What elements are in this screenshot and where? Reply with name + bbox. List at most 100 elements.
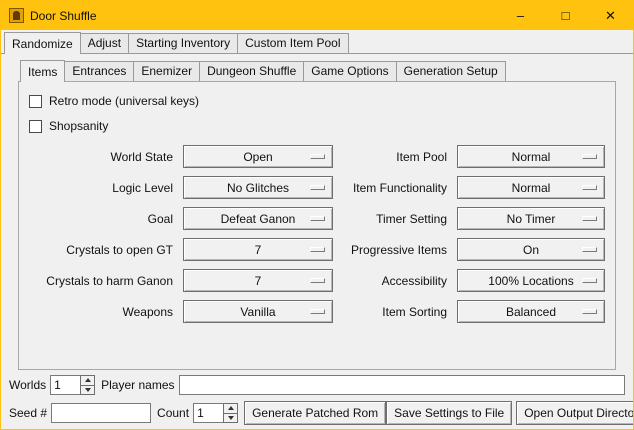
goal-dropdown[interactable]: Defeat Ganon: [183, 207, 333, 230]
window-title: Door Shuffle: [30, 9, 97, 23]
app-icon: [9, 8, 24, 23]
count-spin-arrows: [223, 403, 238, 423]
count-label: Count: [157, 406, 189, 420]
tab-starting-inventory[interactable]: Starting Inventory: [128, 33, 238, 53]
dropdown-indicator-icon: [310, 154, 325, 159]
open-output-directory-button[interactable]: Open Output Directory: [516, 401, 634, 425]
dropdown-indicator-icon: [582, 309, 597, 314]
tab-generation-setup[interactable]: Generation Setup: [396, 61, 506, 81]
tab-entrances[interactable]: Entrances: [64, 61, 134, 81]
checkbox-shopsanity[interactable]: Shopsanity: [29, 115, 607, 137]
crystals-harm-ganon-dropdown[interactable]: 7: [183, 269, 333, 292]
minimize-button[interactable]: –: [498, 1, 543, 30]
dropdown-indicator-icon: [310, 216, 325, 221]
dropdown-value: Balanced: [506, 305, 556, 319]
tab-enemizer[interactable]: Enemizer: [133, 61, 200, 81]
crystals-open-gt-label: Crystals to open GT: [27, 243, 177, 257]
spin-down-icon: [85, 388, 91, 392]
logic-level-label: Logic Level: [27, 181, 177, 195]
crystals-harm-ganon-label: Crystals to harm Ganon: [27, 274, 177, 288]
window: Door Shuffle – □ ✕ Randomize Adjust Star…: [0, 0, 634, 430]
item-functionality-label: Item Functionality: [339, 181, 451, 195]
player-names-input[interactable]: [179, 375, 626, 395]
dropdown-value: Defeat Ganon: [221, 212, 296, 226]
tab-game-options[interactable]: Game Options: [303, 61, 396, 81]
logic-level-dropdown[interactable]: No Glitches: [183, 176, 333, 199]
tab-items[interactable]: Items: [20, 60, 65, 82]
dropdown-indicator-icon: [582, 154, 597, 159]
checkbox-icon[interactable]: [29, 120, 42, 133]
dropdown-indicator-icon: [582, 185, 597, 190]
item-sorting-dropdown[interactable]: Balanced: [457, 300, 605, 323]
maximize-icon: □: [562, 8, 570, 23]
save-settings-button[interactable]: Save Settings to File: [386, 401, 512, 425]
dropdown-value: Open: [243, 150, 272, 164]
player-names-label: Player names: [101, 378, 174, 392]
item-functionality-dropdown[interactable]: Normal: [457, 176, 605, 199]
dropdown-value: 7: [255, 274, 262, 288]
dropdown-indicator-icon: [310, 309, 325, 314]
dropdown-indicator-icon: [310, 247, 325, 252]
items-tab-panel: Retro mode (universal keys) Shopsanity W…: [18, 81, 616, 370]
checkbox-label: Shopsanity: [49, 119, 108, 133]
worlds-input[interactable]: [50, 375, 80, 395]
progressive-items-label: Progressive Items: [339, 243, 451, 257]
spin-down-icon: [228, 416, 234, 420]
accessibility-dropdown[interactable]: 100% Locations: [457, 269, 605, 292]
close-button[interactable]: ✕: [588, 1, 633, 30]
tab-adjust[interactable]: Adjust: [80, 33, 129, 53]
seed-label: Seed #: [9, 406, 47, 420]
weapons-label: Weapons: [27, 305, 177, 319]
randomize-tab-panel: Items Entrances Enemizer Dungeon Shuffle…: [1, 53, 633, 370]
item-pool-label: Item Pool: [339, 150, 451, 164]
dropdown-indicator-icon: [582, 247, 597, 252]
dropdown-value: Normal: [512, 181, 551, 195]
maximize-button[interactable]: □: [543, 1, 588, 30]
spin-down-button[interactable]: [223, 414, 238, 424]
item-pool-dropdown[interactable]: Normal: [457, 145, 605, 168]
tab-dungeon-shuffle[interactable]: Dungeon Shuffle: [199, 61, 304, 81]
tab-custom-item-pool[interactable]: Custom Item Pool: [237, 33, 348, 53]
dropdown-indicator-icon: [582, 216, 597, 221]
timer-setting-dropdown[interactable]: No Timer: [457, 207, 605, 230]
dropdown-value: On: [523, 243, 539, 257]
checkbox-label: Retro mode (universal keys): [49, 94, 199, 108]
worlds-spin-arrows: [80, 375, 95, 395]
spin-up-button[interactable]: [223, 403, 238, 414]
accessibility-label: Accessibility: [339, 274, 451, 288]
weapons-dropdown[interactable]: Vanilla: [183, 300, 333, 323]
tab-randomize[interactable]: Randomize: [4, 32, 81, 54]
dropdown-value: 7: [255, 243, 262, 257]
settings-form: World State Open Item Pool Normal Logic …: [27, 145, 607, 323]
dropdown-value: No Glitches: [227, 181, 289, 195]
dropdown-value: Normal: [512, 150, 551, 164]
checkbox-retro-mode[interactable]: Retro mode (universal keys): [29, 90, 607, 112]
crystals-open-gt-dropdown[interactable]: 7: [183, 238, 333, 261]
dropdown-value: 100% Locations: [488, 274, 573, 288]
dropdown-value: No Timer: [507, 212, 556, 226]
world-state-label: World State: [27, 150, 177, 164]
close-icon: ✕: [605, 8, 616, 24]
timer-setting-label: Timer Setting: [339, 212, 451, 226]
generate-patched-rom-button[interactable]: Generate Patched Rom: [244, 401, 386, 425]
minimize-icon: –: [517, 8, 524, 23]
worlds-label: Worlds: [9, 378, 46, 392]
bottom-bar: Worlds Player names Seed # Count: [1, 370, 633, 425]
spin-up-button[interactable]: [80, 375, 95, 386]
worlds-spinbox: [50, 375, 95, 395]
seed-input[interactable]: [51, 403, 151, 423]
count-spinbox: [193, 403, 238, 423]
secondary-tab-bar: Items Entrances Enemizer Dungeon Shuffle…: [18, 59, 616, 81]
count-input[interactable]: [193, 403, 223, 423]
worlds-row: Worlds Player names: [9, 374, 625, 396]
dropdown-value: Vanilla: [240, 305, 275, 319]
checkbox-icon[interactable]: [29, 95, 42, 108]
spin-up-icon: [85, 378, 91, 382]
titlebar: Door Shuffle – □ ✕: [1, 1, 633, 30]
spin-down-button[interactable]: [80, 386, 95, 396]
goal-label: Goal: [27, 212, 177, 226]
world-state-dropdown[interactable]: Open: [183, 145, 333, 168]
item-sorting-label: Item Sorting: [339, 305, 451, 319]
progressive-items-dropdown[interactable]: On: [457, 238, 605, 261]
dropdown-indicator-icon: [310, 278, 325, 283]
